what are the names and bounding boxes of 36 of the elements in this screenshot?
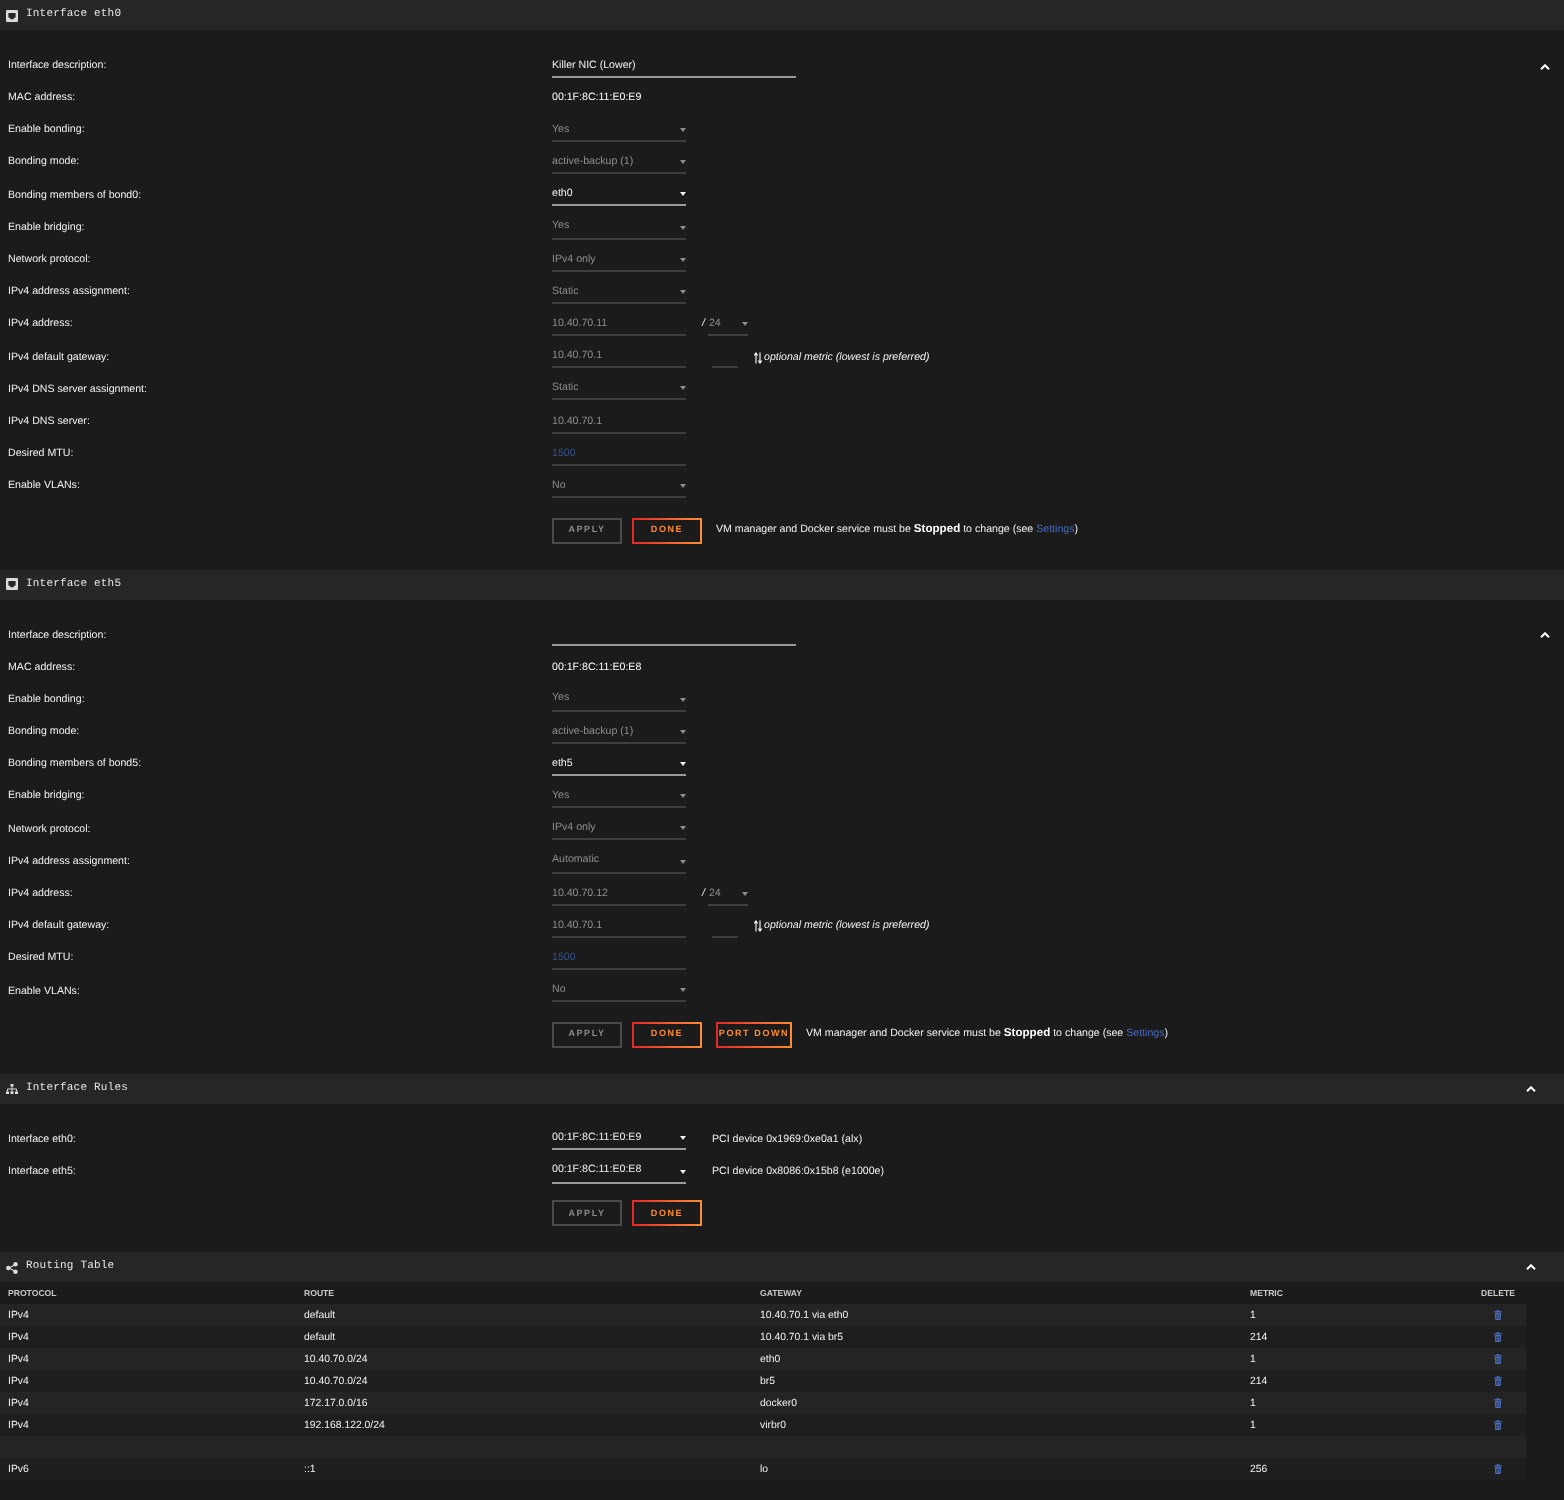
chevron-up-icon[interactable] (1540, 632, 1550, 639)
trash-icon[interactable] (1494, 1376, 1502, 1387)
trash-icon[interactable] (1494, 1398, 1502, 1409)
trash-icon[interactable] (1494, 1464, 1502, 1475)
up-down-arrows-icon (754, 351, 762, 364)
caret-icon (680, 289, 686, 294)
chevron-up-icon[interactable] (1526, 1264, 1536, 1271)
ethernet-port-icon (6, 578, 18, 591)
chevron-up-icon[interactable] (1540, 63, 1550, 70)
caret-icon (680, 1169, 686, 1174)
caret-icon (680, 826, 686, 831)
caret-icon (680, 729, 686, 734)
caret-icon (680, 988, 686, 993)
caret-icon (680, 697, 686, 702)
caret-icon (742, 891, 749, 896)
caret-icon (680, 484, 686, 489)
caret-icon (680, 160, 686, 165)
caret-icon (680, 192, 686, 197)
caret-icon (742, 322, 749, 327)
caret-icon (680, 794, 686, 799)
caret-icon (680, 225, 686, 230)
caret-icon (680, 257, 686, 262)
ethernet-port-icon (6, 9, 18, 21)
caret-icon (680, 1136, 686, 1141)
trash-icon[interactable] (1494, 1420, 1502, 1431)
sitemap-icon (6, 1083, 18, 1094)
caret-icon (680, 761, 686, 766)
trash-icon[interactable] (1494, 1354, 1502, 1365)
trash-icon[interactable] (1494, 1310, 1502, 1321)
up-down-arrows-icon (754, 920, 762, 933)
caret-icon (680, 859, 686, 864)
chevron-up-icon[interactable] (1526, 1085, 1536, 1092)
caret-icon (680, 127, 686, 132)
trash-icon[interactable] (1494, 1332, 1502, 1343)
caret-icon (680, 386, 686, 391)
share-nodes-icon (6, 1261, 18, 1274)
